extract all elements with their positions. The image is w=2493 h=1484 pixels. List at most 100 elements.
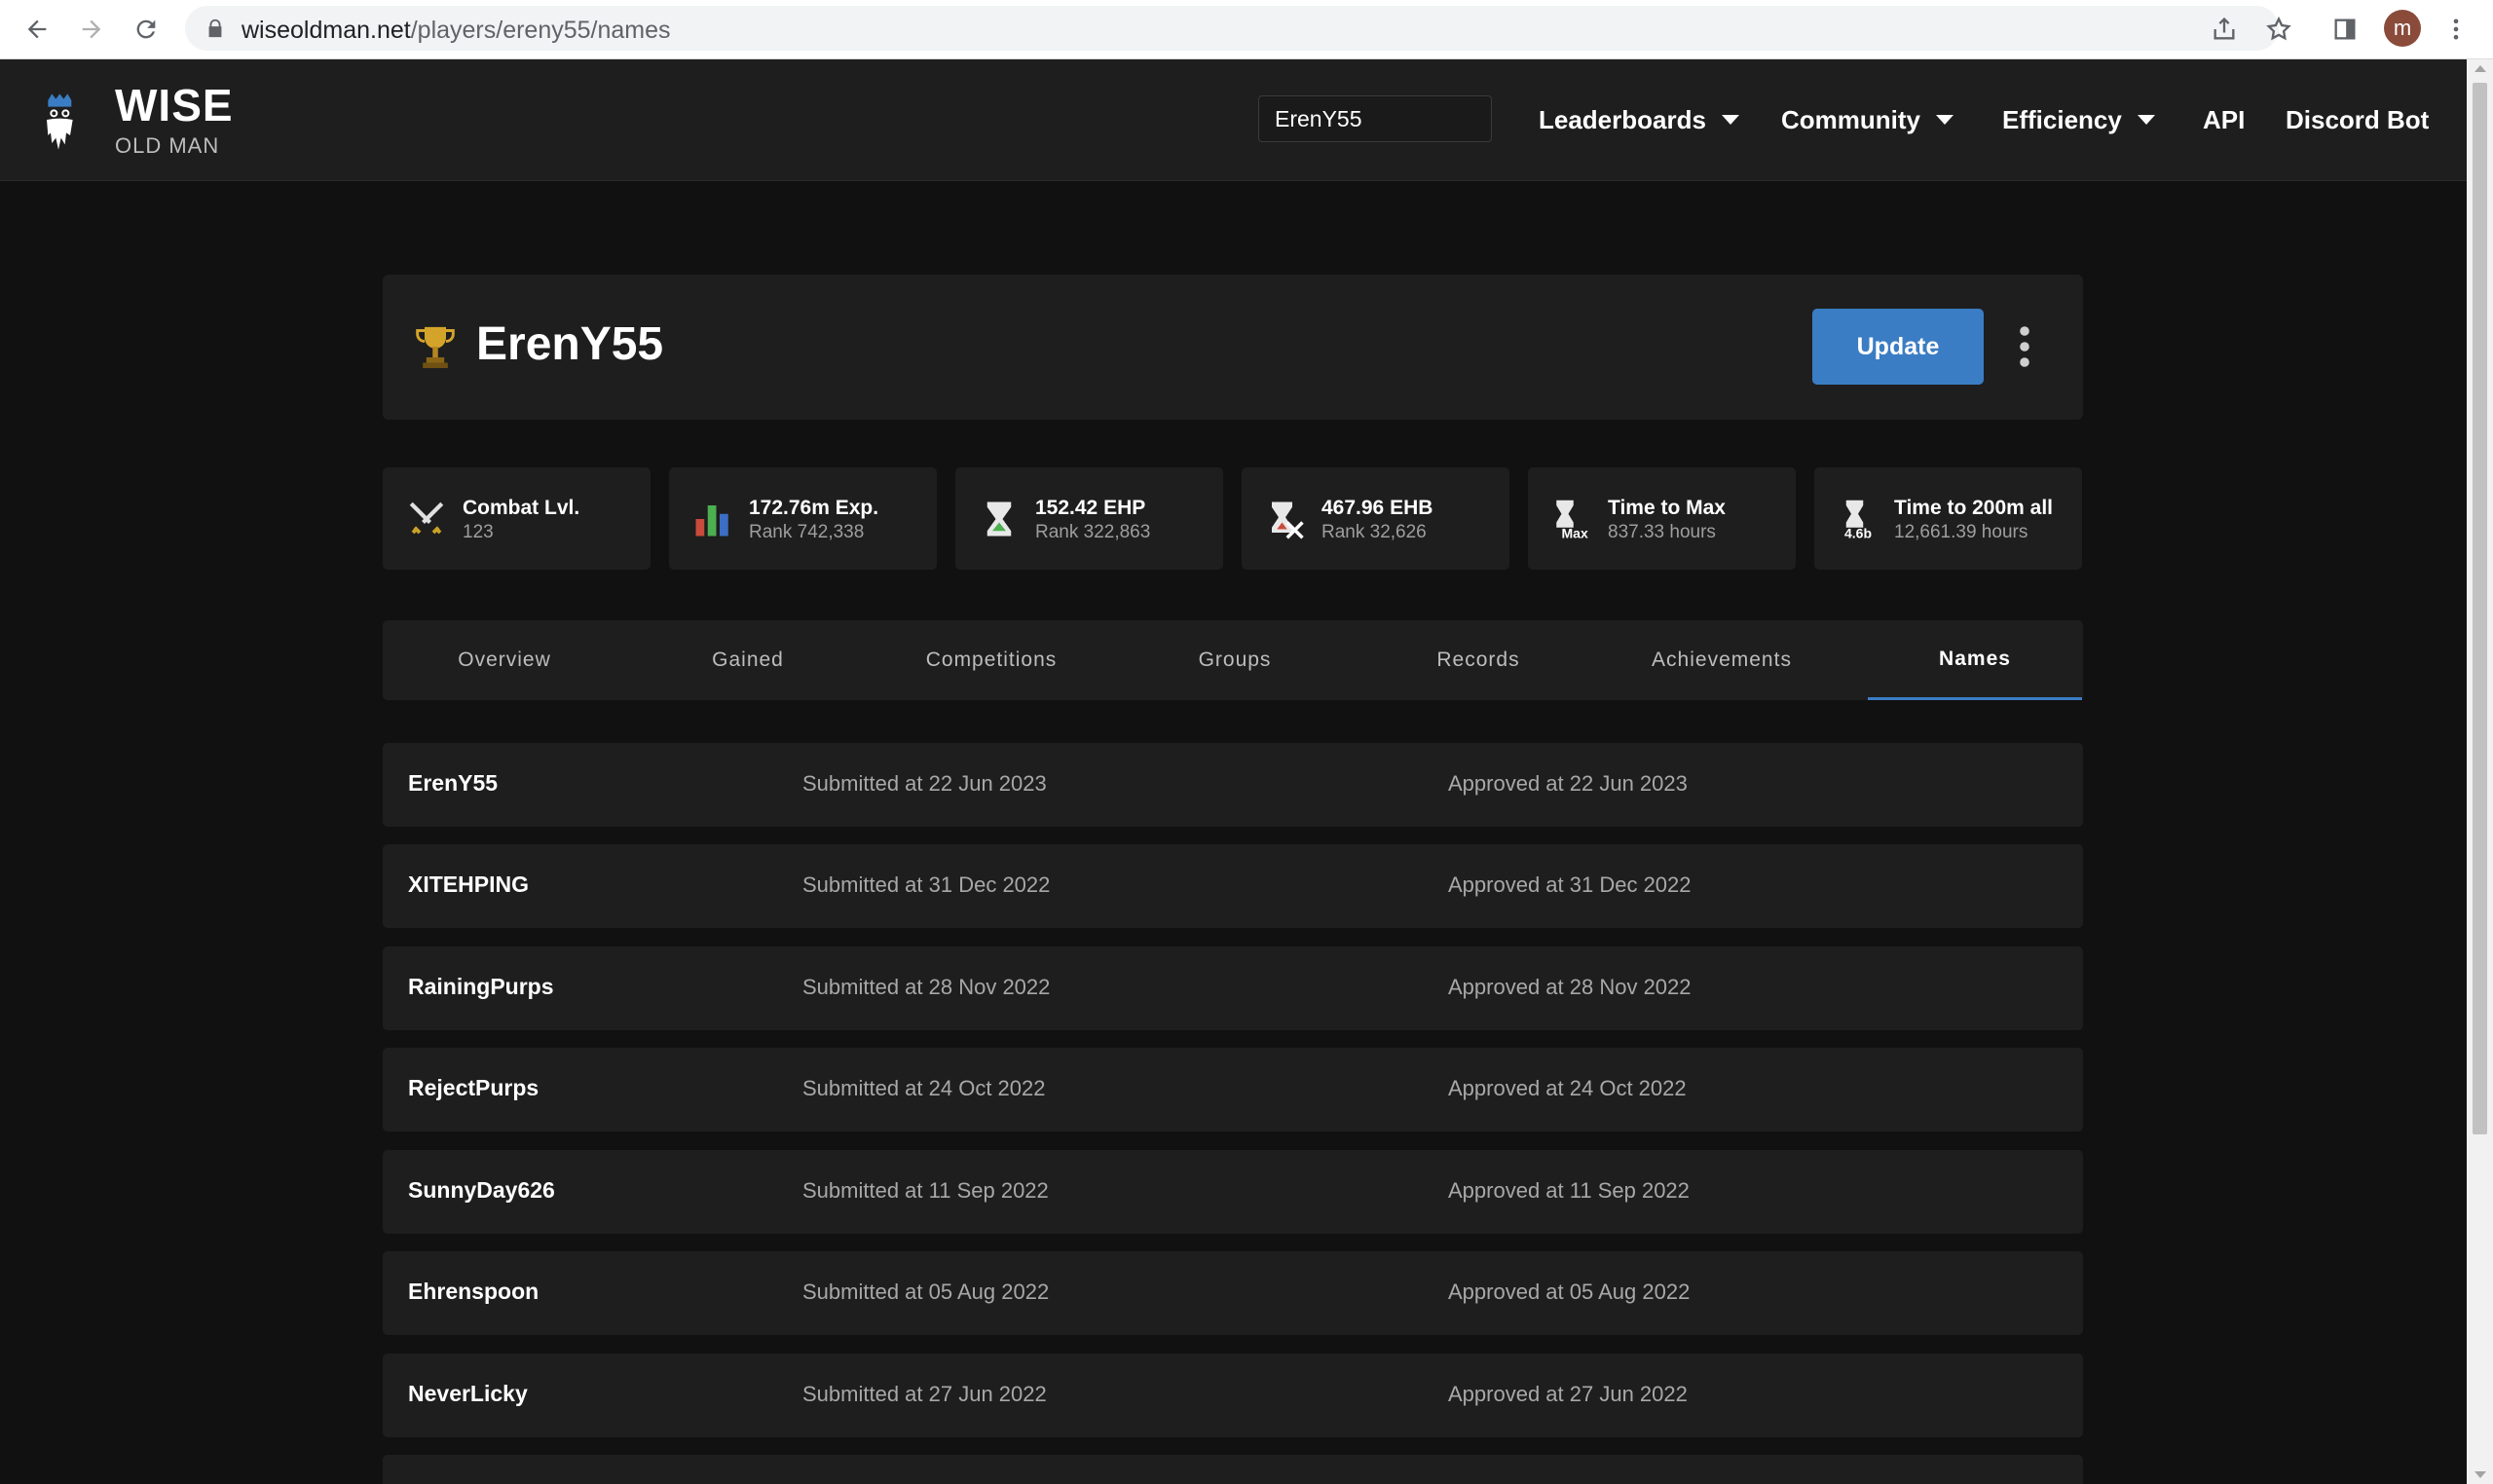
stat-card-time-to-max: Max Time to Max 837.33 hours — [1528, 467, 1796, 570]
caret-down-icon — [1721, 115, 1739, 125]
tab-records[interactable]: Records — [1357, 620, 1600, 700]
scrollbar-thumb[interactable] — [2473, 83, 2487, 1134]
approved-date: Approved at 28 Nov 2022 — [1448, 975, 1692, 999]
submitted-date: Submitted at 31 Dec 2022 — [802, 872, 1051, 897]
tab-competitions[interactable]: Competitions — [870, 620, 1113, 700]
logo-wordmark-bottom[interactable]: OLD MAN — [115, 133, 219, 159]
submitted-date: Submitted at 22 Jun 2023 — [802, 771, 1047, 796]
tab-overview[interactable]: Overview — [383, 620, 626, 700]
side-panel-icon[interactable] — [2327, 12, 2363, 47]
nav-community[interactable]: Community — [1781, 98, 1953, 141]
svg-text:4.6b: 4.6b — [1844, 525, 1872, 539]
name-change-row: ErenY55 Submitted at 22 Jun 2023 Approve… — [383, 743, 2083, 827]
tab-names[interactable]: Names — [1868, 620, 2082, 700]
player-tabs: Overview Gained Competitions Groups Reco… — [383, 620, 2083, 700]
name-value: Ehrenspoon — [408, 1279, 540, 1304]
hourglass-icon — [986, 501, 1012, 537]
name-change-row: RejectPurps Submitted at 24 Oct 2022 App… — [383, 1048, 2083, 1132]
profile-avatar[interactable]: m — [2384, 10, 2421, 47]
name-change-row: SunnyDay626 Submitted at 11 Sep 2022 App… — [383, 1150, 2083, 1234]
player-header-card: ErenY55 Update — [383, 275, 2083, 420]
lock-icon — [208, 19, 222, 38]
name-change-row: NeverLicky Submitted at 27 Jun 2022 Appr… — [383, 1354, 2083, 1437]
nav-leaderboards-label: Leaderboards — [1539, 104, 1706, 134]
player-name: ErenY55 — [476, 318, 664, 370]
approved-date: Approved at 31 Dec 2022 — [1448, 872, 1692, 897]
scroll-down-arrow-icon[interactable] — [2474, 1471, 2486, 1478]
name-change-row-partial — [383, 1455, 2083, 1484]
stat-value: Rank 742,338 — [749, 522, 865, 542]
submitted-date: Submitted at 24 Oct 2022 — [802, 1076, 1046, 1100]
stat-card-experience: 172.76m Exp. Rank 742,338 — [669, 467, 937, 570]
more-options-icon[interactable] — [2015, 323, 2034, 370]
submitted-date: Submitted at 28 Nov 2022 — [802, 975, 1051, 999]
svg-text:Max: Max — [1562, 525, 1588, 539]
more-vertical-icon[interactable] — [2438, 12, 2474, 47]
name-value: RainingPurps — [408, 974, 554, 999]
name-value: XITEHPING — [408, 872, 529, 897]
trophy-icon — [416, 326, 455, 368]
stat-label: Time to Max — [1608, 497, 1726, 519]
stat-value: Rank 32,626 — [1321, 522, 1427, 542]
stat-card-ehb: 467.96 EHB Rank 32,626 — [1242, 467, 1509, 570]
scroll-up-arrow-icon[interactable] — [2474, 65, 2486, 72]
forward-arrow-icon[interactable] — [74, 12, 109, 47]
nav-api-label: API — [2203, 104, 2246, 134]
name-change-row: Ehrenspoon Submitted at 05 Aug 2022 Appr… — [383, 1251, 2083, 1335]
caret-down-icon — [2137, 115, 2155, 125]
tab-gained[interactable]: Gained — [626, 620, 870, 700]
share-icon[interactable] — [2207, 12, 2242, 47]
update-button[interactable]: Update — [1812, 309, 1984, 385]
browser-toolbar: wiseoldman.net/players/ereny55/names m — [0, 0, 2493, 59]
stat-value: 837.33 hours — [1608, 522, 1716, 542]
stat-label: 152.42 EHP — [1035, 497, 1146, 519]
reload-icon[interactable] — [129, 12, 164, 47]
bookmark-star-icon[interactable] — [2261, 12, 2296, 47]
stat-label: Combat Lvl. — [463, 497, 580, 519]
tab-achievements[interactable]: Achievements — [1600, 620, 1843, 700]
logo-wordmark-top[interactable]: WISE — [115, 79, 234, 131]
name-value: RejectPurps — [408, 1075, 540, 1100]
nav-efficiency-label: Efficiency — [2002, 104, 2122, 134]
nav-community-label: Community — [1781, 104, 1920, 134]
approved-date: Approved at 11 Sep 2022 — [1448, 1178, 1690, 1203]
player-search-input[interactable] — [1258, 95, 1492, 142]
name-value: ErenY55 — [408, 770, 499, 796]
nav-discord-bot-label: Discord Bot — [2286, 104, 2430, 134]
hourglass-max-icon: Max — [1556, 500, 1588, 539]
stat-value: 12,661.39 hours — [1894, 522, 2028, 542]
submitted-date: Submitted at 27 Jun 2022 — [802, 1382, 1047, 1406]
bar-chart-icon — [695, 505, 728, 537]
site-header: WISE OLD MAN Leaderboards Community Effi… — [0, 59, 2467, 181]
crossed-swords-icon — [409, 501, 444, 535]
nav-api[interactable]: API — [2203, 98, 2245, 141]
nav-efficiency[interactable]: Efficiency — [2002, 98, 2155, 141]
back-arrow-icon[interactable] — [19, 12, 55, 47]
wise-old-man-logo-icon[interactable] — [43, 79, 82, 165]
name-value: NeverLicky — [408, 1381, 528, 1406]
hourglass-4.6b-icon: 4.6b — [1844, 500, 1872, 539]
name-change-row: RainingPurps Submitted at 28 Nov 2022 Ap… — [383, 946, 2083, 1030]
hourglass-sword-icon — [1272, 501, 1304, 539]
submitted-date: Submitted at 05 Aug 2022 — [802, 1280, 1050, 1304]
stat-label: 172.76m Exp. — [749, 497, 879, 519]
stat-card-time-to-200m: 4.6b Time to 200m all 12,661.39 hours — [1814, 467, 2082, 570]
name-value: SunnyDay626 — [408, 1177, 555, 1203]
approved-date: Approved at 24 Oct 2022 — [1448, 1076, 1687, 1100]
approved-date: Approved at 05 Aug 2022 — [1448, 1280, 1691, 1304]
address-bar[interactable]: wiseoldman.net/players/ereny55/names — [185, 6, 2279, 51]
submitted-date: Submitted at 11 Sep 2022 — [802, 1178, 1049, 1203]
stat-value: 123 — [463, 522, 494, 542]
name-change-row: XITEHPING Submitted at 31 Dec 2022 Appro… — [383, 844, 2083, 928]
nav-leaderboards[interactable]: Leaderboards — [1539, 98, 1739, 141]
stat-label: 467.96 EHB — [1321, 497, 1433, 519]
approved-date: Approved at 22 Jun 2023 — [1448, 771, 1688, 796]
caret-down-icon — [1936, 115, 1953, 125]
tab-groups[interactable]: Groups — [1113, 620, 1357, 700]
stat-value: Rank 322,863 — [1035, 522, 1151, 542]
stat-card-combat: Combat Lvl. 123 — [383, 467, 651, 570]
stat-card-ehp: 152.42 EHP Rank 322,863 — [955, 467, 1223, 570]
stat-label: Time to 200m all — [1894, 497, 2054, 519]
page-scrollbar[interactable] — [2467, 59, 2493, 1484]
nav-discord-bot[interactable]: Discord Bot — [2286, 98, 2429, 141]
